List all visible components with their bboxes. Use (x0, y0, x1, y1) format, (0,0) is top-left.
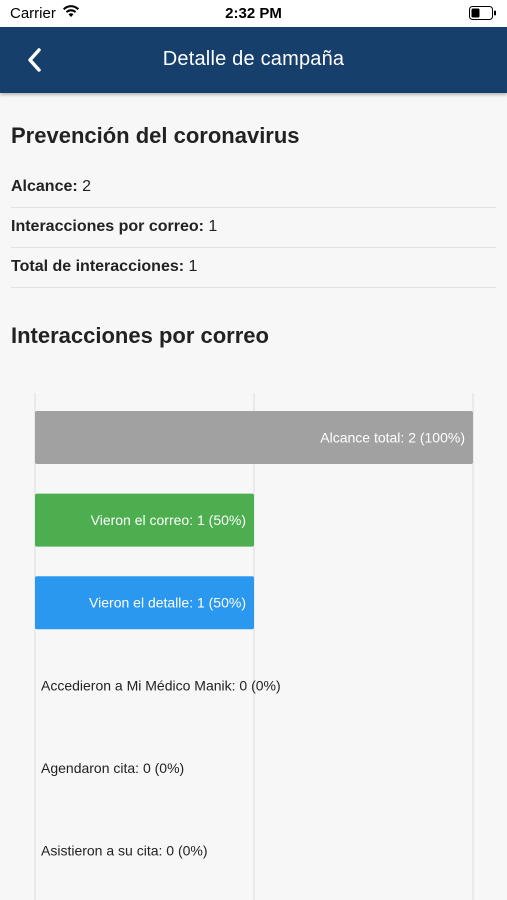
clock: 2:32 PM (225, 5, 282, 22)
stat-row-reach: Alcance: 2 (11, 167, 496, 208)
chart-bar-label: Vieron el correo: 1 (50%) (91, 512, 246, 528)
chart-bar-label: Agendaron cita: 0 (0%) (41, 760, 184, 776)
stat-label: Interacciones por correo: (11, 218, 204, 235)
stat-row-total-interactions: Total de interacciones: 1 (11, 247, 496, 288)
stat-label: Alcance: (11, 178, 78, 195)
campaign-detail: Prevención del coronavirus Alcance: 2 In… (0, 93, 507, 900)
stat-value: 1 (208, 218, 218, 235)
page-title: Detalle de campaña (162, 48, 345, 70)
interactions-bar-chart: Alcance total: 2 (100%) Vieron el correo:… (34, 393, 474, 900)
nav-bar: Detalle de campaña (0, 27, 507, 93)
section-title: Interacciones por correo (11, 323, 269, 348)
campaign-name: Prevención del coronavirus (11, 123, 300, 148)
chart-bar-label: Accedieron a Mi Médico Manik: 0 (0%) (41, 677, 281, 693)
battery-icon (469, 6, 497, 24)
stat-value: 2 (82, 178, 92, 195)
stat-label: Total de interacciones: (11, 258, 185, 275)
stat-row-email-interactions: Interacciones por correo: 1 (11, 207, 496, 248)
chart-bar-label: Asistieron a su cita: 0 (0%) (41, 843, 208, 859)
chart-bar-label: Vieron el detalle: 1 (50%) (89, 595, 246, 611)
status-bar: Carrier 2:32 PM (0, 0, 507, 27)
stat-value: 1 (188, 258, 198, 275)
chart-bar-label: Alcance total: 2 (100%) (320, 430, 465, 446)
